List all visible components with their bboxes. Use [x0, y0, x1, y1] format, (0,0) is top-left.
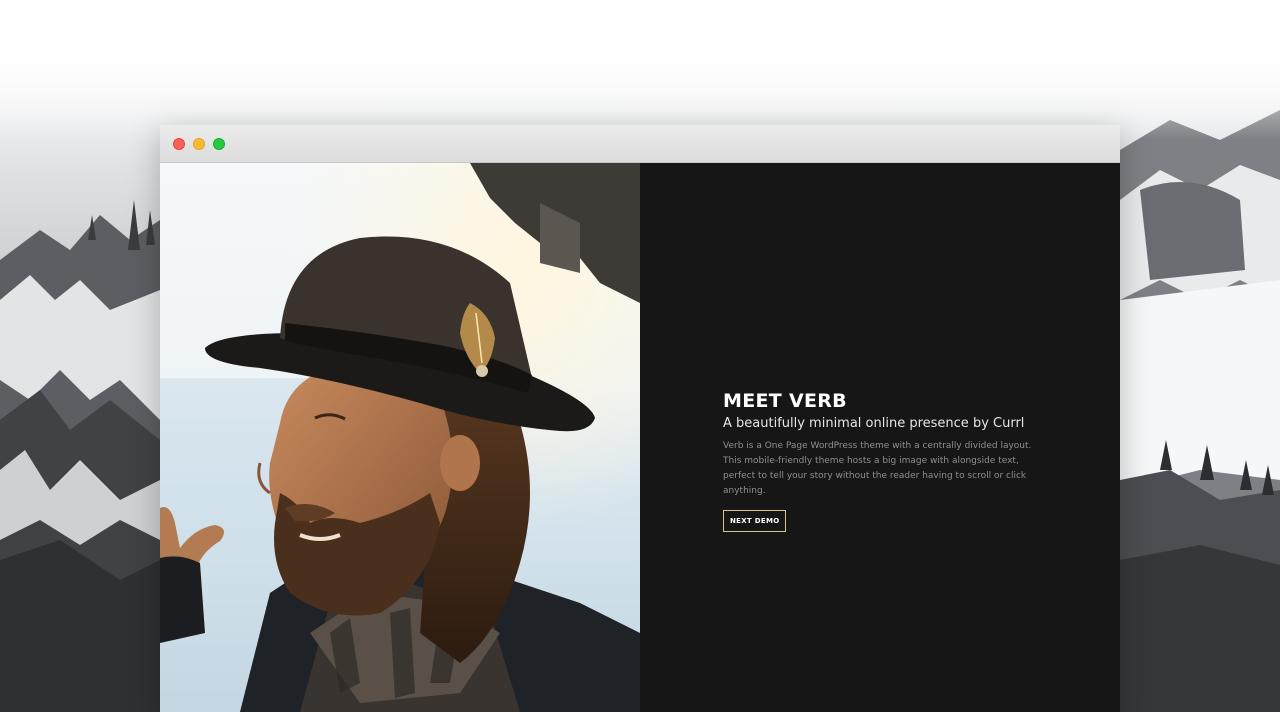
hero-headline: MEET VERB [723, 390, 847, 412]
hero-content-panel: MEET VERB A beautifully minimal online p… [640, 163, 1120, 712]
close-window-button[interactable] [173, 138, 185, 150]
background-fade [0, 0, 1280, 140]
window-titlebar [160, 125, 1120, 163]
hero-subtitle: A beautifully minimal online presence by… [723, 416, 1025, 431]
minimize-window-button[interactable] [193, 138, 205, 150]
hero-description: Verb is a One Page WordPress theme with … [723, 441, 1032, 496]
maximize-window-button[interactable] [213, 138, 225, 150]
next-demo-button[interactable]: NEXT DEMO [723, 510, 787, 532]
hero-photo [160, 163, 640, 712]
browser-window: MEET VERB A beautifully minimal online p… [160, 125, 1120, 712]
portrait-image [160, 163, 640, 712]
